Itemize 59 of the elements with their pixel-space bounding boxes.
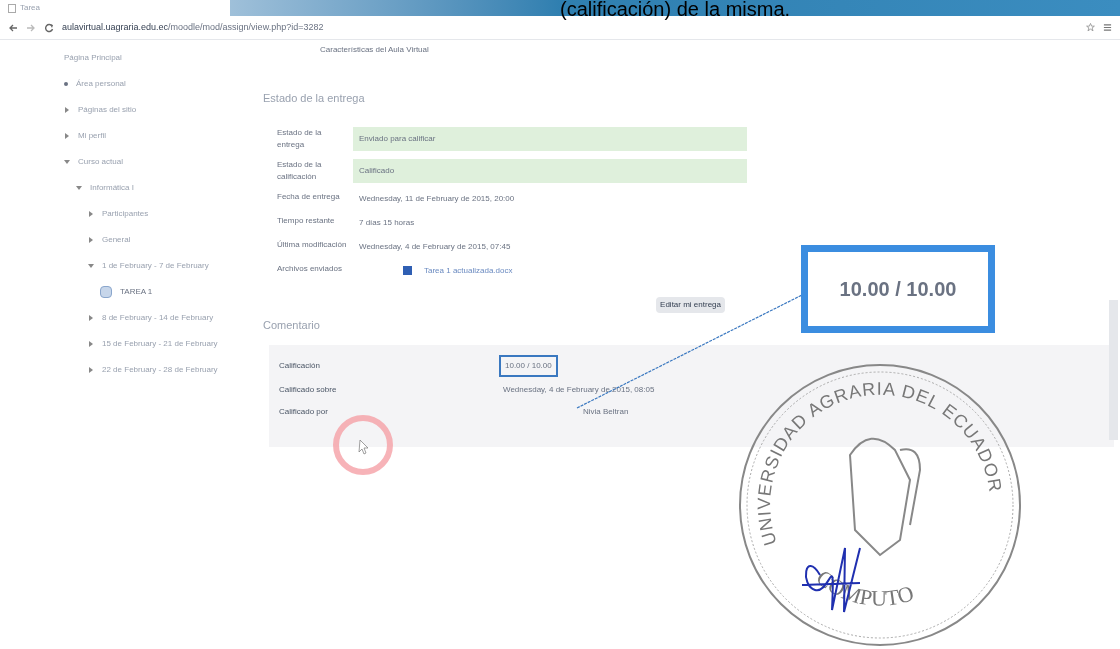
menu-icon[interactable]	[1103, 23, 1112, 32]
sidebar-link[interactable]: TAREA 1	[120, 286, 153, 298]
bullet-icon	[64, 82, 68, 86]
status-value-cell: Enviado para calificar	[353, 126, 747, 151]
callout-box: 10.00 / 10.00	[801, 245, 995, 333]
browser-tab[interactable]: Tarea	[0, 0, 230, 16]
section-heading: Estado de la entrega	[263, 91, 366, 106]
address-bar[interactable]: aulavirtual.uagraria.edu.ec/moodle/mod/assign/view.php?id=3282	[62, 20, 324, 35]
reload-icon[interactable]	[44, 22, 54, 33]
status-value-cell: Calificado	[353, 158, 747, 183]
grade-value: 10.00 / 10.00	[499, 355, 558, 377]
expanded-arrow-icon[interactable]	[64, 159, 70, 165]
collapsed-arrow-icon[interactable]	[88, 237, 94, 243]
row-label: Fecha de entrega	[277, 190, 341, 203]
sidebar-link[interactable]: Participantes	[102, 208, 149, 220]
sidebar-link[interactable]: 15 de February - 21 de February	[102, 338, 218, 350]
back-icon[interactable]	[8, 22, 18, 33]
row-label: Calificado por	[278, 406, 329, 418]
collapsed-arrow-icon[interactable]	[88, 341, 94, 347]
collapsed-arrow-icon[interactable]	[64, 107, 70, 113]
document-icon	[403, 266, 412, 275]
assignment-icon	[100, 286, 112, 298]
sidebar-link[interactable]: 1 de February - 7 de February	[102, 260, 209, 272]
sidebar-link[interactable]: Curso actual	[78, 156, 123, 168]
value-cell-text: Wednesday, 4 de February de 2015, 07:45	[358, 240, 512, 253]
scrollbar[interactable]	[1109, 300, 1118, 440]
sidebar-link[interactable]: Informática I	[90, 182, 134, 194]
row-label: Estado de la entrega	[277, 126, 323, 151]
value-cell-text: Nivia Beltran	[582, 406, 630, 418]
page-header: Características del Aula Virtual	[320, 44, 429, 56]
page-icon	[8, 3, 16, 13]
sidebar-link[interactable]: 22 de February - 28 de February	[102, 364, 218, 376]
row-label: Última modificación	[277, 238, 348, 251]
row-label: Calificación	[278, 360, 321, 372]
file-link[interactable]: Tarea 1 actualizada.docx	[424, 264, 513, 277]
row-label: Tiempo restante	[277, 214, 336, 227]
value-cell-text: 7 días 15 horas	[358, 216, 416, 229]
forward-icon[interactable]	[26, 22, 36, 33]
expanded-arrow-icon[interactable]	[88, 263, 94, 269]
sidebar-link[interactable]: Área personal	[76, 78, 126, 90]
collapsed-arrow-icon[interactable]	[88, 211, 94, 217]
edit-submission-button[interactable]: Editar mi entrega	[656, 296, 725, 313]
caption-text: (calificación) de la misma.	[560, 0, 791, 22]
collapsed-arrow-icon[interactable]	[88, 367, 94, 373]
row-label: Calificado sobre	[278, 384, 338, 396]
expanded-arrow-icon[interactable]	[76, 185, 82, 191]
sidebar-link[interactable]: 8 de February - 14 de February	[102, 312, 214, 324]
section-heading: Comentario	[263, 317, 321, 333]
sidebar-link[interactable]: General	[102, 234, 131, 246]
value-cell-text: Wednesday, 11 de February de 2015, 20:00	[358, 192, 516, 205]
row-label: Estado de la calificación	[277, 158, 323, 183]
collapsed-arrow-icon[interactable]	[64, 133, 70, 139]
row-label: Archivos enviados	[277, 262, 343, 275]
sidebar-link[interactable]: Mi perfil	[78, 130, 106, 142]
sidebar-link[interactable]: Páginas del sitio	[78, 104, 137, 116]
value-cell-text: Wednesday, 4 de February de 2015, 08:05	[502, 384, 656, 396]
collapsed-arrow-icon[interactable]	[88, 315, 94, 321]
sidebar-link[interactable]: Página Principal	[64, 52, 122, 64]
star-icon[interactable]	[1086, 23, 1095, 32]
